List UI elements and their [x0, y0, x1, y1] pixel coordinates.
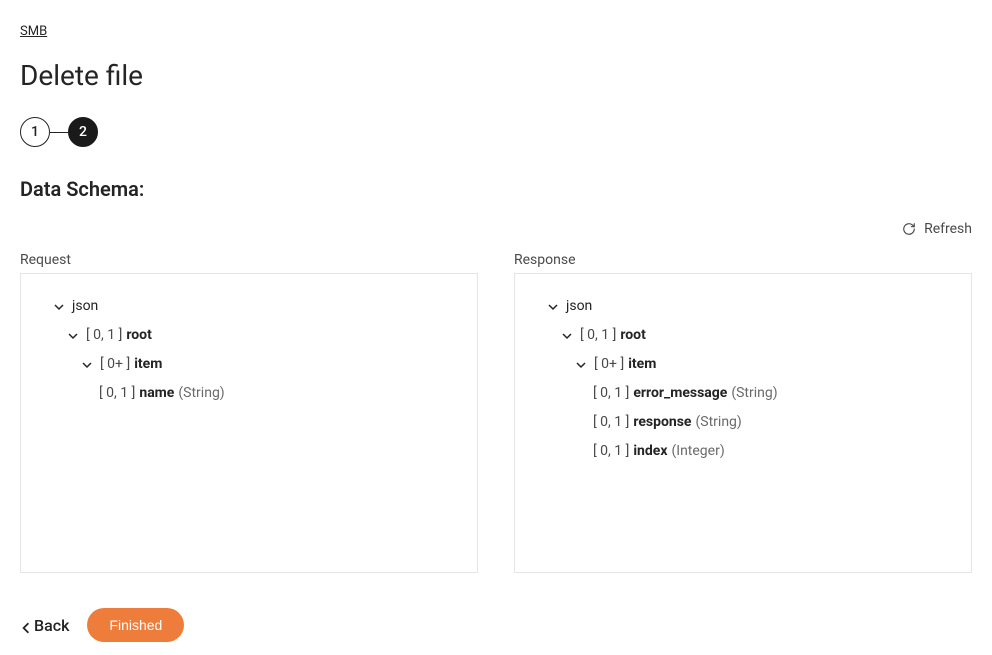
back-label: Back — [34, 616, 69, 635]
tree-label: json — [72, 296, 98, 317]
tree-type: (String) — [731, 383, 777, 404]
back-button[interactable]: Back — [20, 616, 69, 635]
tree-cardinality: [ 0+ ] — [100, 354, 130, 375]
refresh-label: Refresh — [924, 221, 972, 237]
response-panel-label: Response — [514, 252, 972, 268]
tree-type: (String) — [695, 412, 741, 433]
tree-name: index — [633, 441, 667, 462]
tree-node-json[interactable]: json — [51, 292, 461, 321]
tree-node-item[interactable]: [ 0+ ] item — [79, 350, 461, 379]
response-schema-panel: json [ 0, 1 ] root [ 0+ ] item [ 0, 1 ]e… — [514, 273, 972, 573]
request-schema-panel: json [ 0, 1 ] root [ 0+ ] item [ 0, 1 ]n… — [20, 273, 478, 573]
tree-cardinality: [ 0, 1 ] — [86, 325, 122, 346]
section-title: Data Schema: — [20, 177, 972, 201]
chevron-down-icon[interactable] — [573, 357, 589, 373]
page-title: Delete file — [20, 59, 972, 92]
tree-node-root[interactable]: [ 0, 1 ] root — [65, 321, 461, 350]
step-2[interactable]: 2 — [68, 117, 98, 147]
tree-node-field[interactable]: [ 0, 1 ]response(String) — [593, 408, 955, 437]
tree-node-root[interactable]: [ 0, 1 ] root — [559, 321, 955, 350]
tree-cardinality: [ 0, 1 ] — [593, 383, 629, 404]
chevron-down-icon[interactable] — [545, 299, 561, 315]
tree-cardinality: [ 0, 1 ] — [580, 325, 616, 346]
tree-type: (Integer) — [671, 441, 724, 462]
tree-node-field[interactable]: [ 0, 1 ]name(String) — [99, 379, 461, 408]
chevron-down-icon[interactable] — [65, 328, 81, 344]
tree-name: root — [126, 325, 151, 346]
tree-type: (String) — [178, 383, 224, 404]
tree-name: root — [620, 325, 645, 346]
chevron-left-icon — [20, 619, 32, 631]
chevron-down-icon[interactable] — [559, 328, 575, 344]
step-1[interactable]: 1 — [20, 117, 50, 147]
tree-name: item — [628, 354, 656, 375]
chevron-down-icon[interactable] — [51, 299, 67, 315]
tree-node-field[interactable]: [ 0, 1 ]index(Integer) — [593, 437, 955, 466]
tree-node-json[interactable]: json — [545, 292, 955, 321]
tree-name: error_message — [633, 383, 727, 404]
tree-cardinality: [ 0, 1 ] — [99, 383, 135, 404]
tree-name: name — [139, 383, 174, 404]
refresh-button[interactable]: Refresh — [902, 221, 972, 237]
refresh-icon — [902, 222, 916, 236]
tree-cardinality: [ 0, 1 ] — [593, 441, 629, 462]
finished-button[interactable]: Finished — [87, 608, 184, 642]
tree-name: response — [633, 412, 691, 433]
footer-actions: Back Finished — [20, 608, 972, 642]
breadcrumb-link-smb[interactable]: SMB — [20, 24, 47, 39]
step-connector — [50, 132, 68, 133]
stepper: 1 2 — [20, 117, 972, 147]
tree-name: item — [134, 354, 162, 375]
tree-cardinality: [ 0+ ] — [594, 354, 624, 375]
tree-node-field[interactable]: [ 0, 1 ]error_message(String) — [593, 379, 955, 408]
tree-node-item[interactable]: [ 0+ ] item — [573, 350, 955, 379]
request-panel-label: Request — [20, 252, 478, 268]
tree-label: json — [566, 296, 592, 317]
chevron-down-icon[interactable] — [79, 357, 95, 373]
tree-cardinality: [ 0, 1 ] — [593, 412, 629, 433]
